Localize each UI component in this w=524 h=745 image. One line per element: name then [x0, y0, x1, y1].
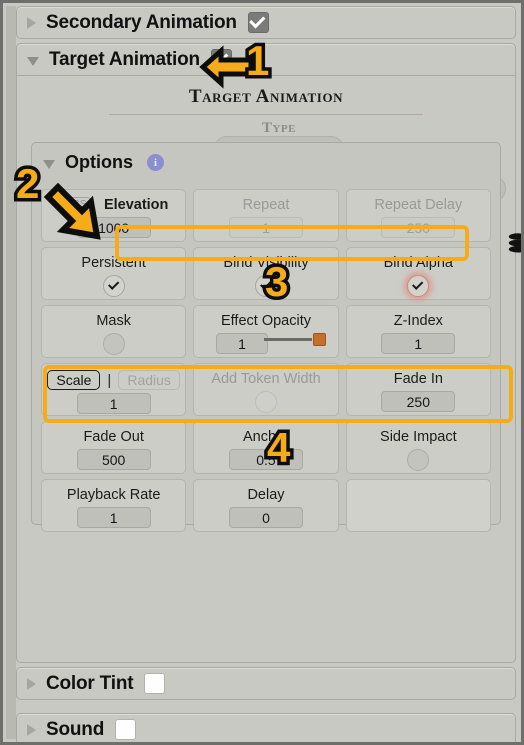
chevron-down-icon[interactable] [43, 159, 55, 169]
empty-cell [345, 479, 491, 532]
side-impact-label: Side Impact [380, 429, 457, 445]
repeat-input[interactable]: 1 [228, 217, 303, 238]
scale-toggle[interactable]: Scale [47, 370, 101, 390]
delay-label: Delay [247, 487, 285, 503]
fade-in-input[interactable]: 250 [381, 391, 456, 412]
slider-track [263, 338, 312, 341]
option-mask[interactable]: Mask [41, 305, 187, 358]
add-token-width-label: Add Token Width [211, 371, 321, 387]
option-z-index[interactable]: Z-Index 1 [345, 305, 491, 358]
section-label-color-tint: Color Tint [46, 672, 134, 694]
title-divider [109, 114, 423, 115]
option-fade-in[interactable]: Fade In 250 [345, 363, 491, 416]
mask-checkbox[interactable] [102, 333, 125, 355]
option-scale-radius[interactable]: Scale | Radius 1 [41, 363, 187, 416]
callout-badge-1: 1 [242, 36, 272, 85]
target-animation-panel: Target Animation Target Animation Type S… [16, 43, 521, 663]
z-index-label: Z-Index [393, 313, 443, 329]
playback-rate-label: Playback Rate [66, 487, 161, 503]
repeat-label: Repeat [242, 197, 290, 213]
add-token-width-checkbox[interactable] [254, 391, 277, 413]
animation-config-panel: Secondary Animation Target Animation Tar… [0, 0, 524, 745]
scroll-gutter[interactable] [6, 6, 16, 739]
section-sound[interactable]: Sound [16, 713, 516, 742]
anchor-input[interactable]: 0.5 [228, 449, 303, 470]
option-persistent[interactable]: Persistent [41, 247, 187, 300]
effect-opacity-input[interactable]: 1 [215, 333, 268, 354]
fade-out-label: Fade Out [83, 429, 144, 445]
section-secondary-animation[interactable]: Secondary Animation [16, 6, 516, 39]
option-repeat[interactable]: Repeat 1 [193, 189, 339, 242]
option-fade-out[interactable]: Fade Out 500 [41, 421, 187, 474]
scale-radius-toggle[interactable]: Scale | Radius [47, 370, 180, 390]
options-grid: ABS Elevation 1000 Repeat 1 Repeat Delay… [41, 189, 491, 532]
section-label-target-animation: Target Animation [49, 48, 200, 70]
options-title: Options [65, 152, 133, 172]
option-add-token-width[interactable]: Add Token Width [193, 363, 339, 416]
section-label-sound: Sound [46, 718, 105, 740]
option-anchor[interactable]: Anchor 0.5 [193, 421, 339, 474]
fade-in-label: Fade In [393, 371, 443, 387]
type-label: Type [261, 120, 296, 136]
sound-checkbox[interactable] [115, 719, 137, 740]
toggle-separator: | [107, 371, 112, 389]
secondary-animation-checkbox[interactable] [247, 12, 269, 33]
scale-input[interactable]: 1 [76, 393, 151, 414]
elevation-label: Elevation [103, 197, 169, 213]
repeat-delay-input[interactable]: 250 [381, 217, 456, 238]
bind-alpha-label: Bind Alpha [383, 255, 453, 271]
info-icon[interactable]: i [147, 154, 164, 171]
radius-toggle[interactable]: Radius [118, 370, 180, 390]
section-color-tint[interactable]: Color Tint [16, 667, 516, 700]
callout-badge-4: 4 [263, 423, 293, 472]
option-playback-rate[interactable]: Playback Rate 1 [41, 479, 187, 532]
z-index-input[interactable]: 1 [381, 333, 456, 354]
playback-rate-input[interactable]: 1 [76, 507, 151, 528]
options-header[interactable]: Options i [43, 152, 164, 173]
mask-label: Mask [96, 313, 131, 329]
panel-title: Target Animation [188, 86, 344, 107]
section-label-secondary-animation: Secondary Animation [46, 11, 237, 33]
fade-out-input[interactable]: 500 [76, 449, 151, 470]
color-tint-checkbox[interactable] [144, 673, 166, 694]
option-delay[interactable]: Delay 0 [193, 479, 339, 532]
delay-input[interactable]: 0 [228, 507, 303, 528]
database-icon[interactable] [505, 230, 521, 256]
chevron-right-icon[interactable] [27, 677, 36, 690]
callout-badge-3: 3 [261, 257, 291, 306]
bind-alpha-checkbox[interactable] [407, 275, 430, 297]
callout-badge-2: 2 [12, 159, 42, 208]
effect-opacity-label: Effect Opacity [220, 313, 311, 329]
callout-arrow-down-right [43, 182, 101, 240]
chevron-right-icon[interactable] [27, 16, 36, 29]
slider-handle[interactable] [312, 333, 326, 346]
chevron-down-icon[interactable] [27, 56, 39, 66]
option-repeat-delay[interactable]: Repeat Delay 250 [345, 189, 491, 242]
option-effect-opacity[interactable]: Effect Opacity 1 [193, 305, 339, 358]
persistent-checkbox[interactable] [102, 275, 125, 297]
effect-opacity-slider[interactable] [263, 333, 326, 346]
repeat-delay-label: Repeat Delay [374, 197, 463, 213]
option-bind-alpha[interactable]: Bind Alpha [345, 247, 491, 300]
persistent-label: Persistent [81, 255, 146, 271]
option-side-impact[interactable]: Side Impact [345, 421, 491, 474]
chevron-right-icon[interactable] [27, 723, 36, 736]
side-impact-checkbox[interactable] [407, 449, 430, 471]
